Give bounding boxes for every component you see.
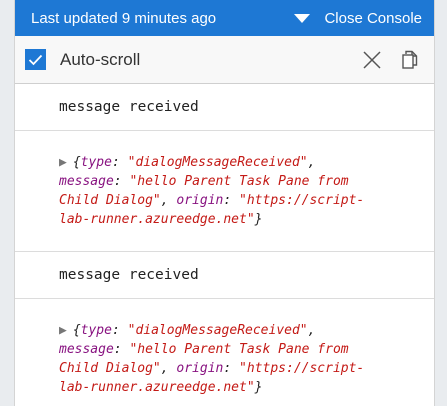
copy-console-button[interactable] — [396, 46, 424, 74]
object-value: "dialogMessageReceived" — [127, 155, 308, 170]
console-toolbar: Auto-scroll — [15, 36, 434, 84]
object-line: lab-runner.azureedge.net"} — [59, 380, 263, 395]
triangle-down-icon — [294, 13, 311, 23]
autoscroll-checkbox[interactable] — [25, 49, 46, 70]
clear-console-button[interactable] — [358, 46, 386, 74]
log-entry-object[interactable]: ▶ {type: "dialogMessageReceived", message… — [15, 299, 434, 406]
object-key: origin — [176, 193, 224, 208]
console-panel: Last updated 9 minutes ago Close Console… — [14, 0, 435, 406]
object-value: "hello Parent Task Pane from — [129, 174, 349, 189]
object-value: Child Dialog" — [59, 361, 161, 376]
object-key: type — [80, 323, 112, 338]
object-key: message — [59, 342, 114, 357]
log-text: message received — [59, 99, 199, 115]
object-line: lab-runner.azureedge.net"} — [59, 212, 263, 227]
autoscroll-label: Auto-scroll — [60, 49, 141, 69]
object-value: "https://script- — [239, 361, 365, 376]
object-key: type — [80, 155, 112, 170]
object-key: origin — [176, 361, 224, 376]
checkmark-icon — [28, 54, 43, 65]
object-value: Child Dialog" — [59, 193, 161, 208]
object-line: Child Dialog", origin: "https://script- — [59, 193, 365, 208]
last-updated-status: Last updated 9 minutes ago — [31, 9, 217, 27]
object-line: message: "hello Parent Task Pane from — [59, 342, 349, 357]
object-line: ▶ {type: "dialogMessageReceived", — [59, 155, 316, 170]
object-value: "hello Parent Task Pane from — [129, 342, 349, 357]
object-value: lab-runner.azureedge.net" — [59, 380, 255, 395]
console-header: Last updated 9 minutes ago Close Console — [15, 0, 434, 36]
triangle-right-icon[interactable]: ▶ — [59, 155, 67, 170]
log-entry: message received — [15, 252, 434, 299]
object-value: lab-runner.azureedge.net" — [59, 212, 255, 227]
close-console-label: Close Console — [324, 9, 422, 27]
object-line: message: "hello Parent Task Pane from — [59, 174, 349, 189]
object-key: message — [59, 174, 114, 189]
object-value: "dialogMessageReceived" — [127, 323, 308, 338]
triangle-right-icon[interactable]: ▶ — [59, 323, 67, 338]
object-line: ▶ {type: "dialogMessageReceived", — [59, 323, 316, 338]
close-icon — [363, 50, 381, 69]
object-line: Child Dialog", origin: "https://script- — [59, 361, 365, 376]
close-console-button[interactable]: Close Console — [294, 10, 422, 27]
log-text: message received — [59, 267, 199, 283]
log-entry-object[interactable]: ▶ {type: "dialogMessageReceived", message… — [15, 131, 434, 252]
log-entry: message received — [15, 84, 434, 131]
copy-icon — [402, 50, 418, 69]
object-value: "https://script- — [239, 193, 365, 208]
